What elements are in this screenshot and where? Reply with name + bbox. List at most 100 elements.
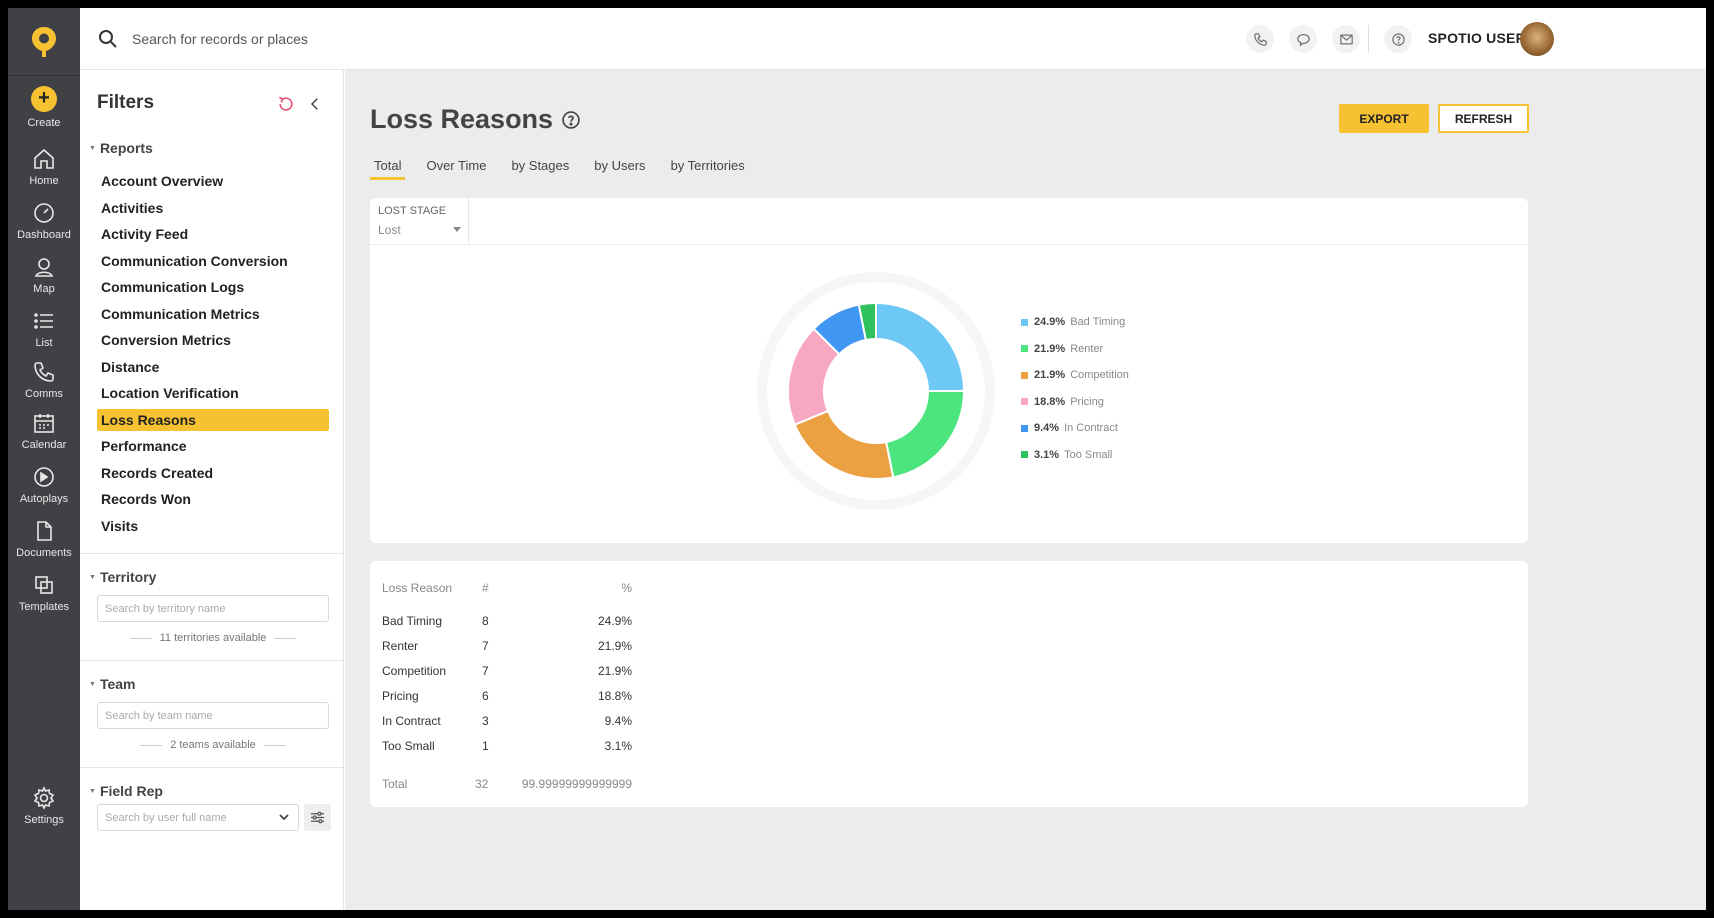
- report-link[interactable]: Communication Metrics: [97, 303, 329, 325]
- legend-item[interactable]: 9.4% In Contract: [1021, 422, 1118, 434]
- report-link[interactable]: Conversion Metrics: [97, 329, 329, 351]
- spotio-logo[interactable]: [8, 8, 80, 76]
- chevron-left-icon[interactable]: [306, 94, 324, 114]
- donut-slice-bad-timing[interactable]: [875, 301, 966, 392]
- templates-icon: [35, 576, 53, 594]
- legend-item[interactable]: 21.9% Renter: [1021, 343, 1103, 355]
- reports-section-header[interactable]: ▼ Reports: [89, 140, 153, 156]
- caret-down-icon: ▼: [89, 680, 96, 688]
- table-cell: 24.9%: [597, 614, 632, 628]
- search-icon: [99, 30, 117, 48]
- legend-percent: 24.9%: [1034, 316, 1066, 328]
- advanced-filter-button[interactable]: [304, 804, 331, 831]
- report-link[interactable]: Records Won: [97, 488, 329, 510]
- legend-item[interactable]: 3.1% Too Small: [1021, 449, 1112, 461]
- create-label: Create: [27, 117, 61, 129]
- caret-down-icon: [453, 227, 461, 232]
- tab-by-users[interactable]: by Users: [590, 158, 649, 180]
- table-cell: 3: [482, 714, 489, 728]
- global-search-input[interactable]: [132, 26, 532, 52]
- report-link[interactable]: Account Overview: [97, 170, 329, 192]
- avatar[interactable]: [1520, 22, 1554, 56]
- nav-documents[interactable]: Documents: [8, 519, 80, 573]
- territory-section-header[interactable]: ▼ Territory: [89, 569, 156, 585]
- report-link[interactable]: Location Verification: [97, 382, 329, 404]
- gauge-icon: [34, 203, 54, 223]
- loss-reasons-table: Loss Reason #% Bad Timing 8 24.9% Renter 7 21.9…: [370, 561, 1528, 807]
- report-link[interactable]: Communication Conversion: [97, 250, 329, 272]
- report-link[interactable]: Distance: [97, 356, 329, 378]
- nav-list[interactable]: List: [8, 309, 80, 363]
- call-button[interactable]: [1246, 25, 1274, 53]
- team-search-input[interactable]: [97, 702, 329, 729]
- nav-comms[interactable]: Comms: [8, 360, 80, 414]
- report-link[interactable]: Activity Feed: [97, 223, 329, 245]
- filters-title: Filters: [97, 92, 155, 113]
- nav-home[interactable]: Home: [8, 147, 80, 201]
- topbar-divider: [1368, 25, 1369, 53]
- legend-swatch: [1021, 398, 1028, 405]
- user-name[interactable]: SPOTIO USER: [1428, 30, 1526, 46]
- report-link[interactable]: Activities: [97, 197, 329, 219]
- reports-heading: Reports: [99, 140, 153, 156]
- loss-reasons-donut-chart: [757, 272, 995, 510]
- nav-autoplays[interactable]: Autoplays: [8, 465, 80, 519]
- question-icon: [1391, 32, 1405, 46]
- nav-comms-label: Comms: [25, 388, 63, 400]
- legend-item[interactable]: 21.9% Competition: [1021, 369, 1129, 381]
- nav-dashboard[interactable]: Dashboard: [8, 201, 80, 255]
- email-button[interactable]: [1332, 25, 1360, 53]
- report-link[interactable]: Communication Logs: [97, 276, 329, 298]
- tab-over-time[interactable]: Over Time: [422, 158, 490, 180]
- section-divider: [80, 660, 343, 661]
- legend-swatch: [1021, 318, 1028, 326]
- chevron-down-icon: [279, 814, 289, 821]
- field-rep-search-input[interactable]: [98, 805, 268, 830]
- mail-icon: [1339, 34, 1353, 44]
- chart-divider: [370, 244, 1528, 245]
- export-button[interactable]: EXPORT: [1339, 104, 1429, 133]
- create-button[interactable]: + Create: [8, 86, 80, 140]
- field-rep-select[interactable]: [97, 804, 299, 831]
- legend-item[interactable]: 24.9% Bad Timing: [1021, 316, 1125, 328]
- nav-settings[interactable]: Settings: [8, 786, 80, 840]
- table-cell: In Contract: [382, 714, 441, 728]
- nav-map[interactable]: Map: [8, 255, 80, 309]
- help-icon[interactable]: [561, 110, 581, 130]
- legend-label: Renter: [1070, 342, 1104, 355]
- nav-dashboard-label: Dashboard: [17, 229, 71, 241]
- sliders-icon: [310, 811, 325, 824]
- chat-button[interactable]: [1289, 25, 1317, 53]
- table-cell: Bad Timing: [382, 614, 443, 628]
- nav-calendar[interactable]: Calendar: [8, 411, 80, 465]
- table-header-cell: #: [482, 581, 489, 595]
- lost-stage-dropdown[interactable]: LOST STAGE Lost: [370, 198, 469, 244]
- report-link[interactable]: Visits: [97, 515, 329, 537]
- section-divider: [80, 767, 343, 768]
- tab-by-territories[interactable]: by Territories: [667, 158, 749, 180]
- caret-down-icon: ▼: [89, 787, 96, 795]
- tab-total[interactable]: Total: [370, 158, 406, 180]
- tab-by-stages[interactable]: by Stages: [507, 158, 573, 180]
- report-link-active[interactable]: Loss Reasons: [97, 409, 329, 431]
- legend-item[interactable]: 18.8% Pricing: [1021, 396, 1104, 408]
- reset-icon[interactable]: [276, 94, 296, 114]
- territory-search-input[interactable]: [97, 595, 329, 622]
- nav-templates[interactable]: Templates: [8, 573, 80, 627]
- donut-slice-competition[interactable]: [793, 409, 895, 480]
- team-section-header[interactable]: ▼ Team: [89, 676, 135, 692]
- donut-slice-renter[interactable]: [884, 390, 966, 479]
- plus-icon: +: [31, 86, 57, 112]
- field-rep-section-header[interactable]: ▼ Field Rep: [89, 783, 163, 799]
- calendar-icon: [34, 414, 54, 433]
- team-heading: Team: [99, 676, 136, 692]
- legend-label: Competition: [1070, 369, 1129, 381]
- table-cell: Renter: [382, 639, 419, 653]
- table-cell: 9.4%: [604, 714, 632, 728]
- nav-templates-label: Templates: [18, 601, 70, 613]
- refresh-button[interactable]: REFRESH: [1438, 104, 1529, 133]
- help-button[interactable]: [1384, 25, 1412, 53]
- legend-label: Pricing: [1070, 395, 1104, 408]
- report-link[interactable]: Records Created: [97, 462, 329, 484]
- report-link[interactable]: Performance: [97, 435, 329, 457]
